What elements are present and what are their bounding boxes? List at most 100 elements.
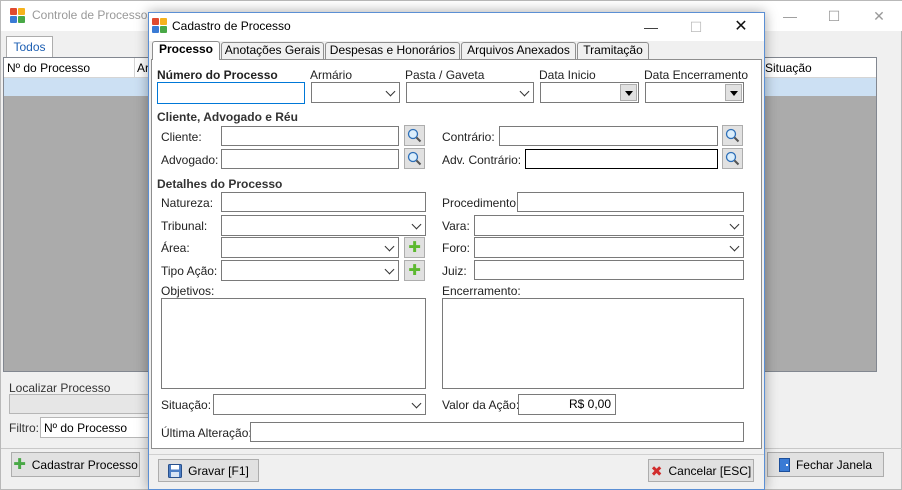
pasta-gaveta-select[interactable]: [406, 82, 534, 103]
chevron-down-icon: [729, 241, 740, 252]
vara-select[interactable]: [474, 215, 744, 236]
situacao-label: Situação:: [161, 398, 212, 412]
foro-label: Foro:: [442, 241, 471, 255]
armario-select[interactable]: [311, 82, 400, 103]
section-detalhes-processo: Detalhes do Processo: [157, 177, 283, 191]
door-exit-icon: [778, 457, 790, 472]
cadastrar-processo-button[interactable]: ✚ Cadastrar Processo: [11, 452, 140, 477]
advogado-label: Advogado:: [161, 153, 219, 167]
tipo-acao-label: Tipo Ação:: [161, 264, 218, 278]
column-divider: [134, 58, 135, 78]
valor-acao-label: Valor da Ação:: [442, 398, 520, 412]
dialog-title: Cadastro de Processo: [172, 19, 291, 33]
plus-icon: ✚: [408, 238, 421, 256]
search-contrario-button[interactable]: [722, 125, 743, 146]
situacao-select[interactable]: [213, 394, 426, 415]
column-header-numero[interactable]: Nº do Processo: [7, 61, 90, 75]
locate-label: Localizar Processo: [9, 381, 111, 395]
chevron-down-icon: [519, 86, 530, 97]
ultima-alteracao-label: Última Alteração:: [161, 426, 252, 440]
cancel-x-icon: ✖: [650, 462, 663, 479]
search-cliente-button[interactable]: [404, 125, 425, 146]
cliente-label: Cliente:: [161, 130, 202, 144]
search-icon: [725, 151, 740, 166]
vara-label: Vara:: [442, 219, 470, 233]
date-dropdown-icon[interactable]: [725, 84, 742, 101]
tab-panel-processo: Número do Processo Armário Pasta / Gavet…: [151, 59, 762, 449]
numero-processo-label: Número do Processo: [157, 68, 278, 82]
adv-contrario-input[interactable]: [525, 149, 718, 169]
add-area-button[interactable]: ✚: [404, 237, 425, 258]
chevron-down-icon: [385, 86, 396, 97]
tab-tramitacao[interactable]: Tramitação: [577, 42, 649, 59]
adv-contrario-label: Adv. Contrário:: [442, 153, 522, 167]
tab-processo[interactable]: Processo: [152, 41, 220, 60]
search-icon: [725, 128, 740, 143]
encerramento-label: Encerramento:: [442, 284, 521, 298]
filter-label: Filtro:: [9, 421, 39, 435]
minimize-button[interactable]: —: [768, 1, 812, 31]
procedimento-input[interactable]: [517, 192, 744, 212]
date-dropdown-icon[interactable]: [620, 84, 637, 101]
procedimento-label: Procedimento:: [442, 196, 520, 210]
data-encerramento-label: Data Encerramento: [644, 68, 749, 82]
chevron-down-icon: [729, 219, 740, 230]
cliente-input[interactable]: [221, 126, 399, 146]
cancelar-label: Cancelar [ESC]: [668, 463, 752, 478]
data-encerramento-picker[interactable]: [645, 82, 744, 103]
tab-arquivos-anexados[interactable]: Arquivos Anexados: [461, 42, 576, 59]
gravar-label: Gravar [F1]: [188, 463, 249, 478]
cadastrar-processo-label: Cadastrar Processo: [31, 457, 138, 472]
dialog-titlebar: Cadastro de Processo — ☐ ✕: [149, 13, 764, 41]
foro-select[interactable]: [474, 237, 744, 258]
area-select[interactable]: [221, 237, 399, 258]
tribunal-select[interactable]: [221, 215, 426, 236]
tab-despesas-honorarios[interactable]: Despesas e Honorários: [325, 42, 460, 59]
data-inicio-label: Data Inicio: [539, 68, 596, 82]
data-inicio-picker[interactable]: [540, 82, 639, 103]
filter-select[interactable]: Nº do Processo: [40, 417, 152, 438]
chevron-down-icon: [411, 398, 422, 409]
objetivos-textarea[interactable]: [161, 298, 426, 389]
search-icon: [407, 151, 422, 166]
contrario-input[interactable]: [499, 126, 718, 146]
pasta-gaveta-label: Pasta / Gaveta: [405, 68, 485, 82]
chevron-down-icon: [411, 219, 422, 230]
minimize-button[interactable]: —: [629, 12, 673, 42]
natureza-input[interactable]: [221, 192, 426, 212]
fechar-janela-button[interactable]: Fechar Janela: [767, 452, 884, 477]
advogado-input[interactable]: [221, 149, 399, 169]
floppy-disk-icon: [168, 463, 183, 478]
search-advogado-button[interactable]: [404, 148, 425, 169]
close-button[interactable]: ✕: [719, 12, 763, 42]
cadastro-dialog: Cadastro de Processo — ☐ ✕ Processo Anot…: [148, 12, 765, 490]
tab-todos[interactable]: Todos: [6, 36, 53, 57]
maximize-button[interactable]: ☐: [674, 12, 718, 42]
plus-icon: ✚: [408, 261, 421, 279]
gravar-button[interactable]: Gravar [F1]: [158, 459, 259, 482]
fechar-janela-label: Fechar Janela: [795, 457, 873, 472]
tab-anotacoes-gerais[interactable]: Anotações Gerais: [221, 42, 324, 59]
encerramento-textarea[interactable]: [442, 298, 744, 389]
locate-input[interactable]: [9, 394, 154, 414]
ultima-alteracao-field: [250, 422, 744, 442]
numero-processo-input[interactable]: [157, 82, 305, 104]
close-button[interactable]: ✕: [857, 1, 901, 31]
valor-acao-input[interactable]: R$ 0,00: [518, 394, 616, 415]
juiz-input[interactable]: [474, 260, 744, 280]
tipo-acao-select[interactable]: [221, 260, 399, 281]
chevron-down-icon: [384, 241, 395, 252]
plus-icon: ✚: [13, 455, 26, 473]
column-header-situacao[interactable]: Situação: [765, 61, 812, 75]
add-tipo-acao-button[interactable]: ✚: [404, 260, 425, 281]
objetivos-label: Objetivos:: [161, 284, 215, 298]
area-label: Área:: [161, 241, 190, 255]
section-cliente-advogado-reu: Cliente, Advogado e Réu: [157, 110, 298, 124]
app-logo-icon: [152, 18, 167, 33]
natureza-label: Natureza:: [161, 196, 214, 210]
maximize-button[interactable]: ☐: [812, 1, 856, 31]
cancelar-button[interactable]: ✖ Cancelar [ESC]: [648, 459, 754, 482]
search-adv-contrario-button[interactable]: [722, 148, 743, 169]
main-window-title: Controle de Processos: [32, 8, 154, 22]
juiz-label: Juiz:: [442, 264, 467, 278]
